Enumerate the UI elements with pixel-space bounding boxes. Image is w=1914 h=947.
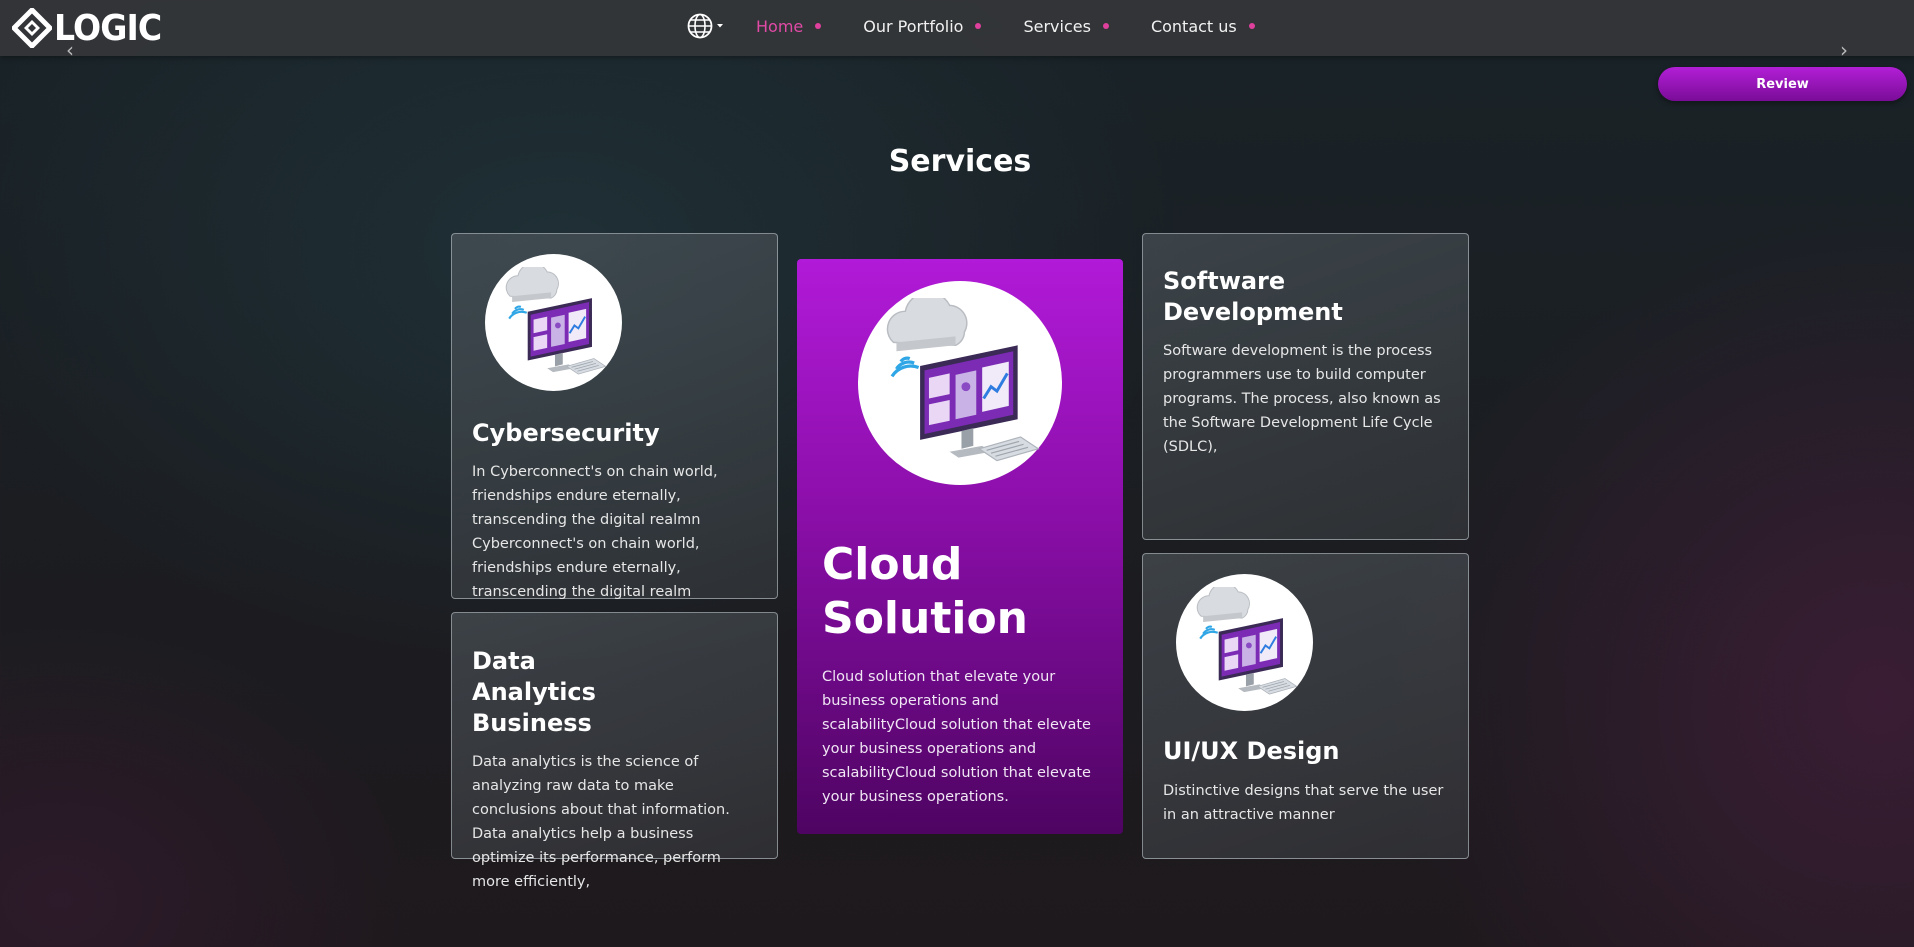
cloud-computer-icon xyxy=(858,281,1062,485)
card-description: Distinctive designs that serve the user … xyxy=(1163,783,1444,823)
nav-item-contact[interactable]: Contact us xyxy=(1151,17,1255,36)
cloud-computer-icon xyxy=(485,254,622,391)
card-title: Cloud Solution xyxy=(822,539,1028,644)
card-title: Software Development xyxy=(1163,267,1343,326)
service-card-software-development[interactable]: Software Development Software developmen… xyxy=(1142,233,1469,540)
nav-item-portfolio[interactable]: Our Portfolio xyxy=(863,16,982,36)
caret-down-icon xyxy=(717,24,723,28)
carousel-next-icon[interactable]: › xyxy=(1840,38,1848,62)
language-selector[interactable] xyxy=(686,12,724,40)
service-card-cybersecurity[interactable]: Cybersecurity In Cyberconnect's on chain… xyxy=(451,233,778,600)
card-description: Cloud solution that elevate your busines… xyxy=(822,669,1091,805)
card-title: Data Analytics Business xyxy=(472,647,596,737)
nav-dot xyxy=(815,23,822,29)
brand-logo[interactable]: LOGIC xyxy=(12,6,171,50)
nav-item-home[interactable]: Home xyxy=(756,16,822,36)
card-description: Data analytics is the science of analyzi… xyxy=(472,754,730,890)
top-navbar: LOGIC Home Our Portfolio Services Contac… xyxy=(0,0,1914,56)
nav-dot xyxy=(1102,23,1109,29)
section-title: Services xyxy=(888,144,1032,179)
card-description: In Cyberconnect's on chain world, friend… xyxy=(472,464,718,600)
nav-item-label: Contact us xyxy=(1150,16,1237,36)
cloud-computer-icon xyxy=(1176,574,1313,711)
card-description: Software development is the process prog… xyxy=(1163,343,1441,455)
nav-item-label: Services xyxy=(1023,16,1091,36)
nav-dot xyxy=(975,23,982,29)
card-title: Cybersecurity xyxy=(472,419,660,447)
nav-item-label: Home xyxy=(756,16,804,36)
globe-icon xyxy=(687,13,713,39)
logo-diamond-icon xyxy=(12,8,52,48)
nav-item-services[interactable]: Services xyxy=(1023,16,1109,36)
service-card-data-analytics[interactable]: Data Analytics Business Data analytics i… xyxy=(451,612,778,890)
carousel-prev-icon[interactable]: ‹ xyxy=(66,38,74,62)
review-button[interactable]: Review xyxy=(1658,67,1907,101)
card-title: UI/UX Design xyxy=(1163,737,1340,765)
nav-item-label: Our Portfolio xyxy=(863,16,964,36)
main-nav: Home Our Portfolio Services Contact us xyxy=(686,0,1297,52)
nav-dot xyxy=(1248,23,1255,29)
service-card-uiux-design[interactable]: UI/UX Design Distinctive designs that se… xyxy=(1142,553,1469,859)
service-card-cloud-solution[interactable]: Cloud Solution Cloud solution that eleva… xyxy=(797,259,1123,834)
